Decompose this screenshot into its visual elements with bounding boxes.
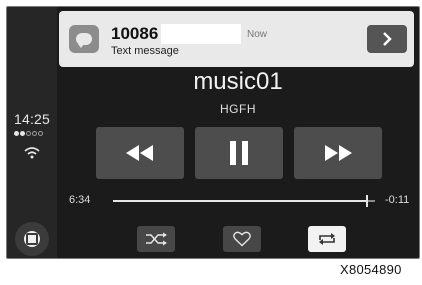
message-icon (69, 25, 99, 53)
home-button[interactable] (15, 222, 49, 256)
previous-track-button[interactable] (96, 127, 184, 179)
clock: 14:25 (13, 111, 51, 127)
track-artist: HGFH (220, 102, 256, 116)
progress-fill (113, 200, 368, 202)
figure-code: X8054890 (340, 262, 402, 277)
track-title: music01 (193, 68, 283, 95)
chevron-right-icon (383, 32, 392, 46)
shuffle-button[interactable] (137, 226, 175, 252)
progress-scrubber[interactable] (366, 195, 369, 207)
status-sidebar: 14:25 (7, 7, 57, 258)
rewind-icon (126, 145, 153, 161)
fast-forward-icon (325, 145, 352, 161)
notification-subtitle: Text message (111, 45, 179, 57)
message-notification[interactable]: 10086 Text message Now (59, 11, 414, 67)
heart-icon (233, 231, 251, 247)
signal-strength-icon (14, 131, 43, 137)
shuffle-icon (146, 232, 167, 246)
wifi-icon (24, 147, 40, 159)
redacted-area (161, 24, 241, 44)
repeat-button[interactable] (308, 226, 346, 252)
repeat-icon (319, 233, 335, 245)
pause-icon (230, 141, 248, 165)
remaining-time: -0:11 (385, 194, 410, 206)
notification-sender: 10086 (111, 24, 159, 43)
next-track-button[interactable] (294, 127, 382, 179)
progress-bar[interactable] (113, 195, 375, 207)
notification-time: Now (247, 29, 268, 40)
carplay-screen: 14:25 10086 Text message Now music01 HGF… (6, 6, 420, 259)
open-message-button[interactable] (367, 25, 407, 53)
favorite-button[interactable] (223, 226, 261, 252)
play-pause-button[interactable] (195, 127, 283, 179)
elapsed-time: 6:34 (69, 194, 91, 206)
home-button-icon (24, 231, 40, 247)
